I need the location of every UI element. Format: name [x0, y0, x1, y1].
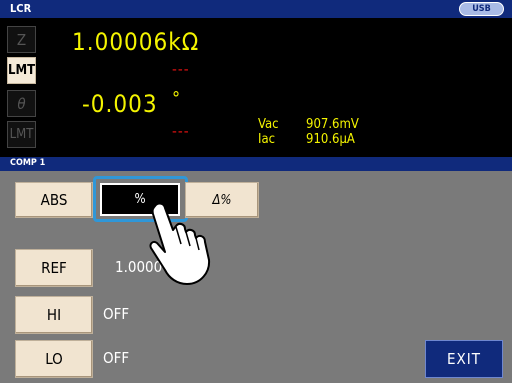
lo-button[interactable]: LO	[15, 340, 93, 378]
param2-limit-tag: LMT	[7, 121, 36, 148]
hi-button[interactable]: HI	[15, 296, 93, 334]
param1-label: Z	[7, 26, 36, 53]
param1-judge: ---	[172, 60, 190, 78]
ref-button[interactable]: REF	[15, 249, 93, 287]
param2-label: θ	[7, 90, 36, 117]
pointing-hand-icon	[149, 202, 211, 285]
usb-indicator: USB	[459, 2, 504, 16]
param2-unit: °	[172, 88, 182, 109]
param1-reading: 1.00006kΩ	[72, 28, 200, 56]
monitor-voltage-label: Vac	[258, 117, 279, 132]
usb-label: USB	[472, 4, 491, 14]
screen-title: LCR	[10, 2, 32, 15]
monitor-current-value: 910.6μA	[306, 132, 355, 147]
monitor-voltage-value: 907.6mV	[306, 117, 359, 132]
param1-limit-tag: LMT	[7, 57, 36, 84]
lo-value: OFF	[103, 349, 130, 367]
title-bar: LCR USB	[0, 0, 512, 18]
abs-mode-button[interactable]: ABS	[15, 182, 93, 218]
hi-value: OFF	[103, 305, 130, 323]
comp-title: COMP 1	[10, 158, 46, 168]
monitor-current-label: Iac	[258, 132, 276, 147]
measurement-panel: Z LMT θ LMT 1.00006kΩ --- -0.003 ° --- V…	[0, 18, 512, 157]
comp-header: COMP 1	[0, 157, 512, 171]
param2-judge: ---	[172, 122, 190, 140]
param2-reading: -0.003	[82, 90, 158, 118]
exit-button[interactable]: EXIT	[425, 340, 503, 378]
